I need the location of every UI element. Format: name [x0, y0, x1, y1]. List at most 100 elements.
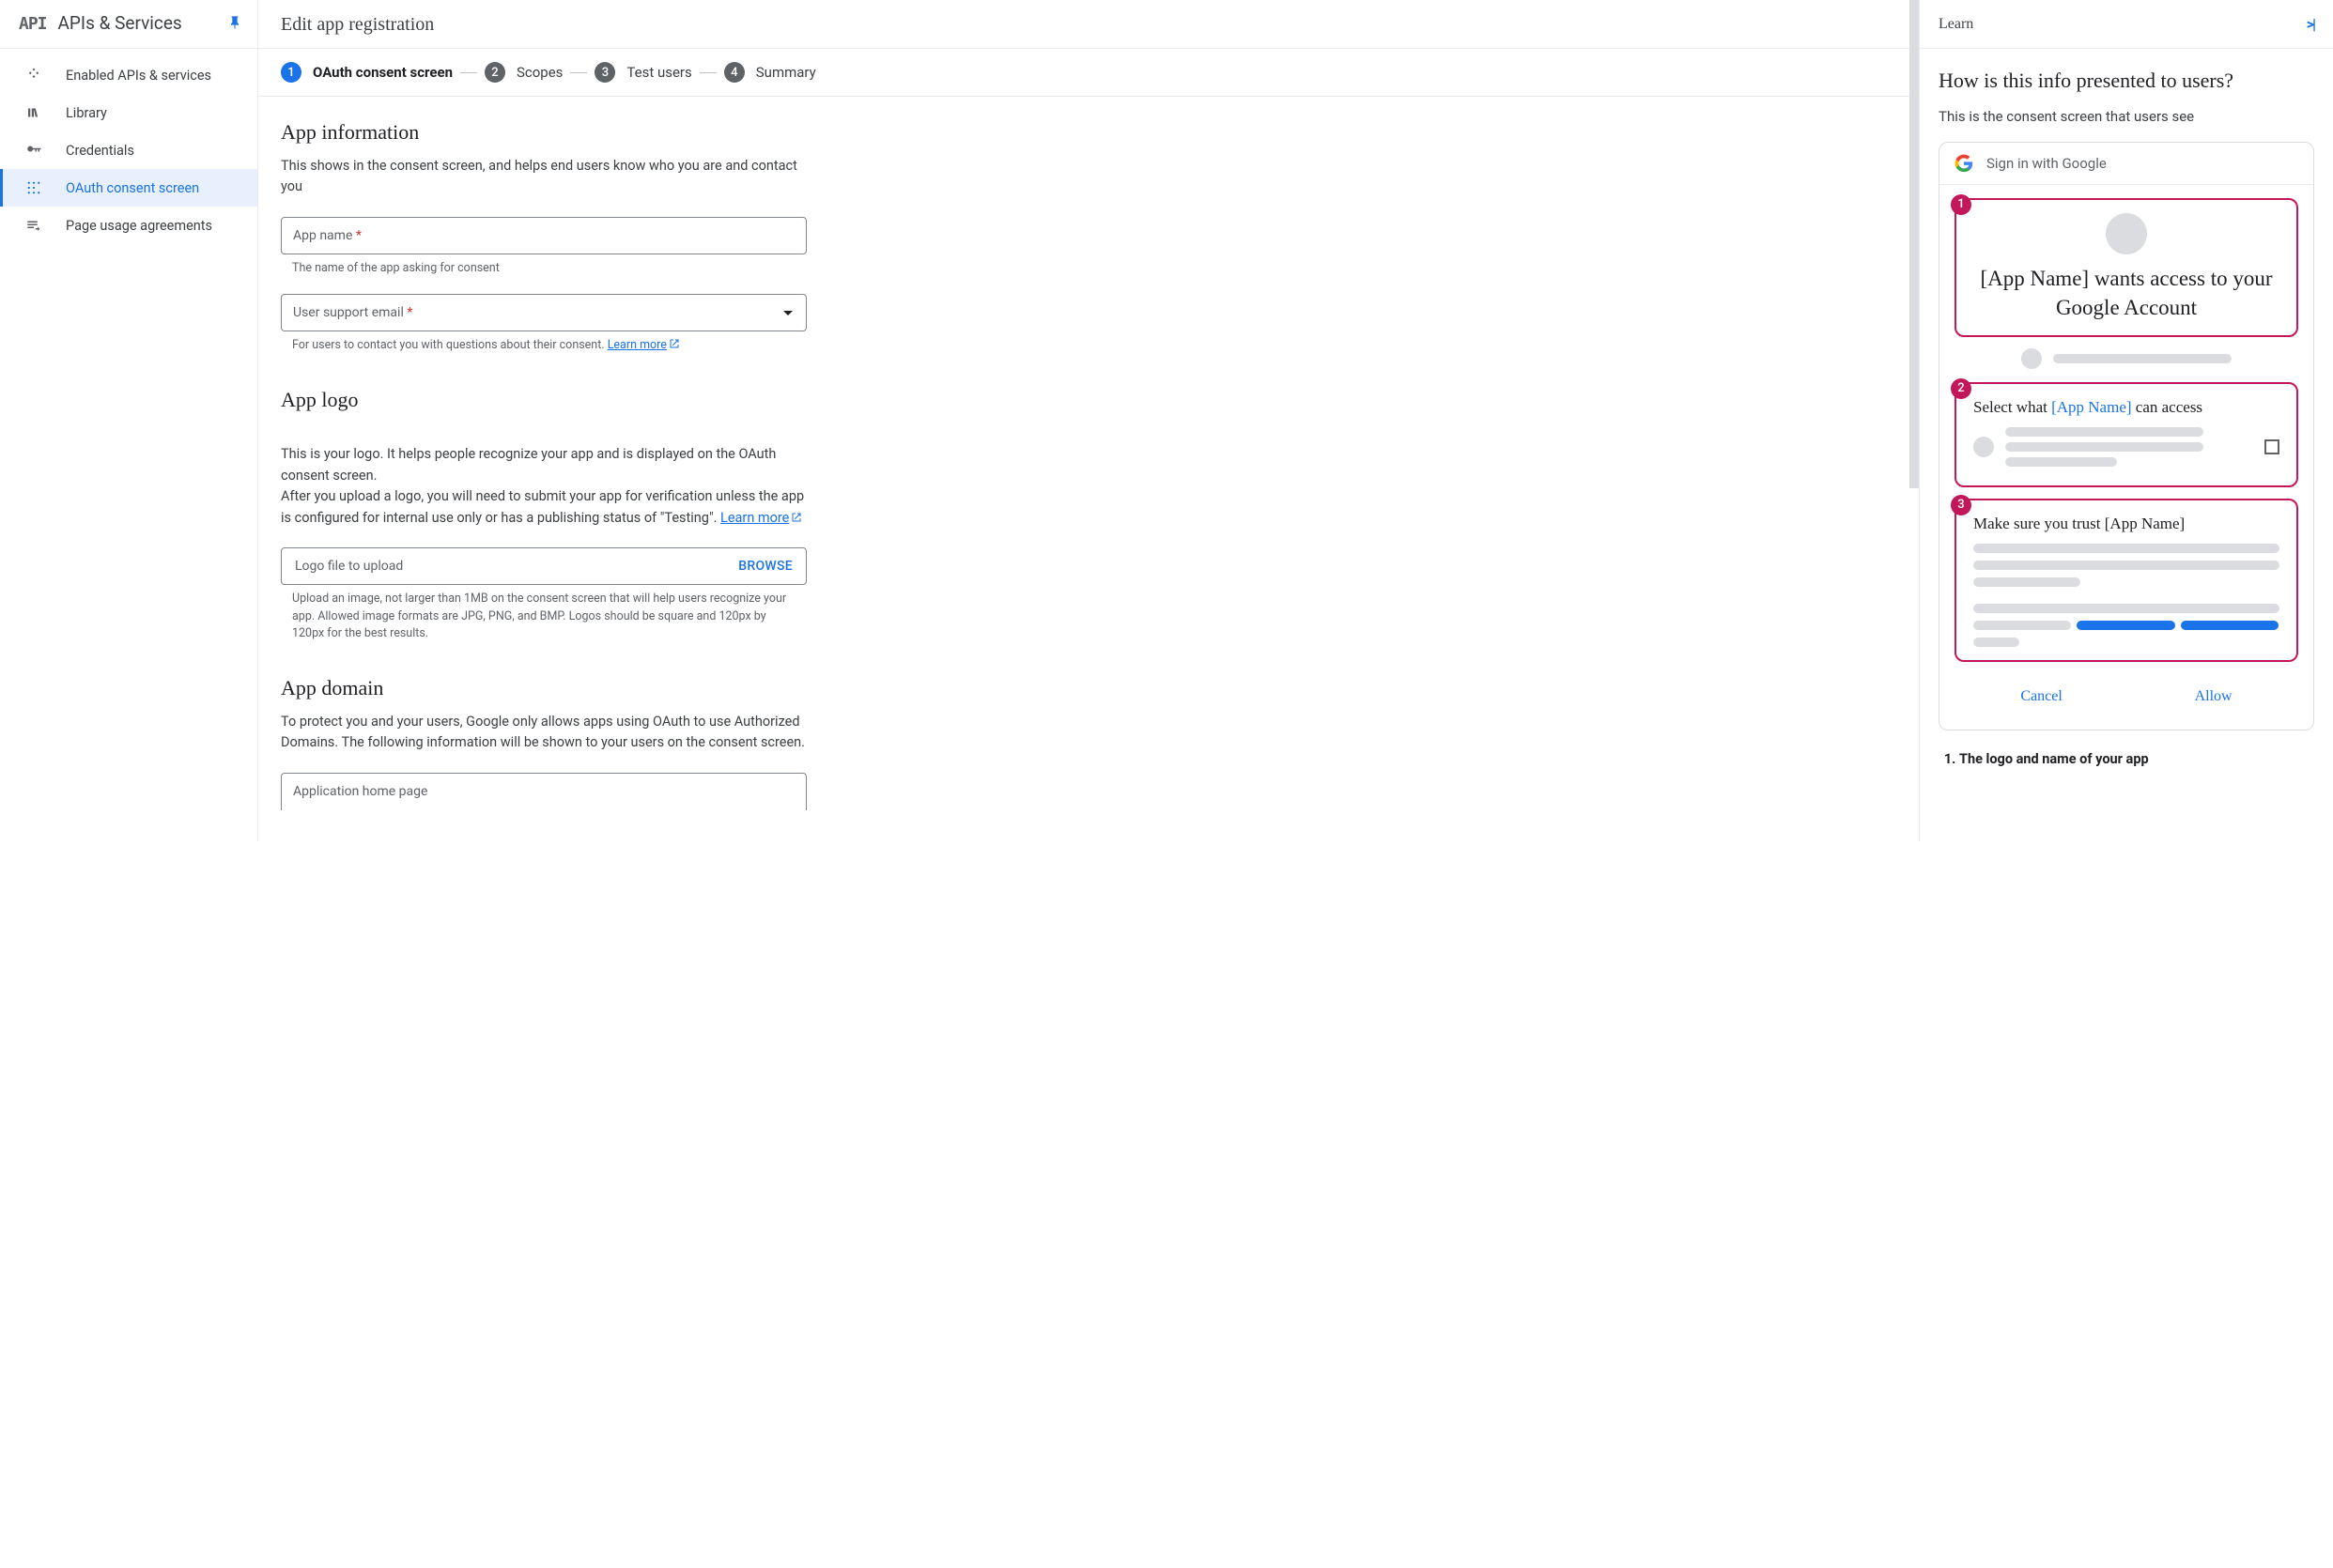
field-label: App name *: [293, 228, 362, 243]
step-summary[interactable]: 4Summary: [724, 62, 816, 83]
placeholder-row: [1954, 348, 2298, 369]
step-separator: [460, 72, 477, 73]
bar-placeholder: [2005, 442, 2203, 452]
cancel-button-mock: Cancel: [2020, 688, 2062, 705]
field-label: User support email *: [293, 305, 412, 320]
badge-2: 2: [1951, 378, 1971, 399]
logo-upload-field[interactable]: Logo file to upload BROWSE: [281, 547, 807, 585]
sidebar-item-label: OAuth consent screen: [66, 180, 199, 196]
bar-placeholder: [1973, 577, 2080, 587]
allow-button-mock: Allow: [2195, 688, 2233, 705]
badge-3: 3: [1951, 495, 1971, 515]
sidebar-header: API APIs & Services: [0, 0, 257, 49]
section-heading: App logo: [281, 387, 1885, 414]
consent-header: Sign in with Google: [1939, 143, 2313, 185]
consent-actions: Cancel Allow: [1954, 673, 2298, 713]
learn-title: Learn: [1939, 16, 1973, 33]
browse-button[interactable]: BROWSE: [738, 559, 793, 574]
section-app-logo: App logo This is your logo. It helps peo…: [281, 387, 1885, 643]
helper-text: The name of the app asking for consent: [281, 254, 796, 278]
sidebar-item-enabled-apis[interactable]: Enabled APIs & services: [0, 56, 257, 94]
sidebar-nav: Enabled APIs & services Library Credenti…: [0, 49, 257, 244]
app-name-input[interactable]: App name *: [281, 217, 807, 254]
learn-list: The logo and name of your app: [1939, 749, 2314, 770]
sidebar-item-oauth-consent[interactable]: OAuth consent screen: [0, 169, 257, 207]
consent-body: 1 [App Name] wants access to your Google…: [1939, 185, 2313, 730]
google-logo-icon: [1954, 154, 1973, 173]
bar-placeholder: [2077, 621, 2174, 630]
bar-placeholder: [1973, 544, 2279, 553]
stepper: 1OAuth consent screen 2Scopes 3 Test user…: [258, 49, 1919, 97]
section-heading: App information: [281, 119, 1885, 146]
bar-placeholder: [2181, 621, 2279, 630]
section-description: This shows in the consent screen, and he…: [281, 156, 807, 198]
placeholder-row: [1973, 427, 2279, 467]
signin-label: Sign in with Google: [1986, 155, 2107, 172]
consent-box-1: 1 [App Name] wants access to your Google…: [1954, 198, 2298, 337]
section-heading: App domain: [281, 675, 1885, 702]
avatar-placeholder: [2106, 213, 2147, 254]
dot-placeholder: [2021, 348, 2042, 369]
external-link-icon: [669, 338, 680, 349]
section-description: To protect you and your users, Google on…: [281, 712, 807, 754]
helper-text: For users to contact you with questions …: [281, 331, 796, 355]
learn-subtitle: This is the consent screen that users se…: [1939, 108, 2314, 125]
step-number: 3: [595, 62, 615, 83]
bar-placeholder: [1973, 604, 2279, 613]
bar-placeholder: [1973, 561, 2279, 570]
bar-placeholder: [1973, 621, 2071, 630]
step-oauth-consent[interactable]: 1OAuth consent screen: [281, 62, 453, 83]
step-label: Test users: [626, 64, 691, 81]
home-page-input[interactable]: Application home page: [281, 773, 807, 810]
learn-list-item: The logo and name of your app: [1959, 749, 2314, 770]
field-home-page: Application home page: [281, 773, 807, 810]
checkbox-placeholder: [2264, 439, 2279, 454]
consent-preview: Sign in with Google 1 [App Name] wants a…: [1939, 142, 2314, 730]
bar-placeholder: [2005, 457, 2117, 467]
helper-text: Upload an image, not larger than 1MB on …: [281, 585, 796, 643]
step-separator: [570, 72, 587, 73]
form-area: App information This shows in the consen…: [258, 97, 1919, 838]
sidebar-item-label: Library: [66, 105, 107, 121]
field-label: Application home page: [293, 784, 427, 799]
consent-box2-title: Select what [App Name] can access: [1973, 397, 2279, 418]
step-test-users[interactable]: 3 Test users: [595, 62, 691, 83]
learn-more-link[interactable]: Learn more: [608, 338, 680, 352]
step-number: 1: [281, 62, 301, 83]
learn-more-link[interactable]: Learn more: [720, 510, 802, 526]
key-icon: [23, 142, 45, 159]
step-separator: [700, 72, 717, 73]
external-link-icon: [791, 509, 802, 520]
learn-body: How is this info presented to users? Thi…: [1920, 49, 2333, 798]
consent-box-2: 2 Select what [App Name] can access: [1954, 382, 2298, 487]
section-description: This is your logo. It helps people recog…: [281, 423, 807, 529]
api-logo: API: [19, 16, 47, 33]
consent-box-3: 3 Make sure you trust [App Name]: [1954, 499, 2298, 662]
sidebar: API APIs & Services Enabled APIs & servi…: [0, 0, 258, 841]
section-app-information: App information This shows in the consen…: [281, 119, 1885, 355]
upload-label: Logo file to upload: [295, 559, 403, 574]
badge-1: 1: [1951, 194, 1971, 215]
sidebar-item-credentials[interactable]: Credentials: [0, 131, 257, 169]
support-email-select[interactable]: User support email *: [281, 294, 807, 331]
sidebar-item-page-usage[interactable]: Page usage agreements: [0, 207, 257, 244]
learn-heading: How is this info presented to users?: [1939, 68, 2314, 95]
sidebar-item-library[interactable]: Library: [0, 94, 257, 131]
collapse-icon[interactable]: >|: [2307, 15, 2314, 33]
step-scopes[interactable]: 2Scopes: [485, 62, 563, 83]
pin-icon[interactable]: [227, 15, 242, 34]
consent-title: [App Name] wants access to your Google A…: [1973, 264, 2279, 322]
usage-icon: [23, 217, 45, 234]
bar-placeholder: [1973, 638, 2019, 647]
bar-placeholder: [2005, 427, 2203, 437]
bar-placeholder: [2053, 354, 2232, 363]
main-header: Edit app registration: [258, 0, 1919, 49]
sidebar-item-label: Page usage agreements: [66, 218, 212, 234]
sidebar-title: APIs & Services: [58, 13, 227, 35]
field-support-email: User support email * For users to contac…: [281, 294, 807, 355]
field-app-name: App name * The name of the app asking fo…: [281, 217, 807, 278]
consent-box3-title: Make sure you trust [App Name]: [1973, 514, 2279, 534]
consent-icon: [23, 179, 45, 196]
step-number: 4: [724, 62, 745, 83]
step-number: 2: [485, 62, 505, 83]
